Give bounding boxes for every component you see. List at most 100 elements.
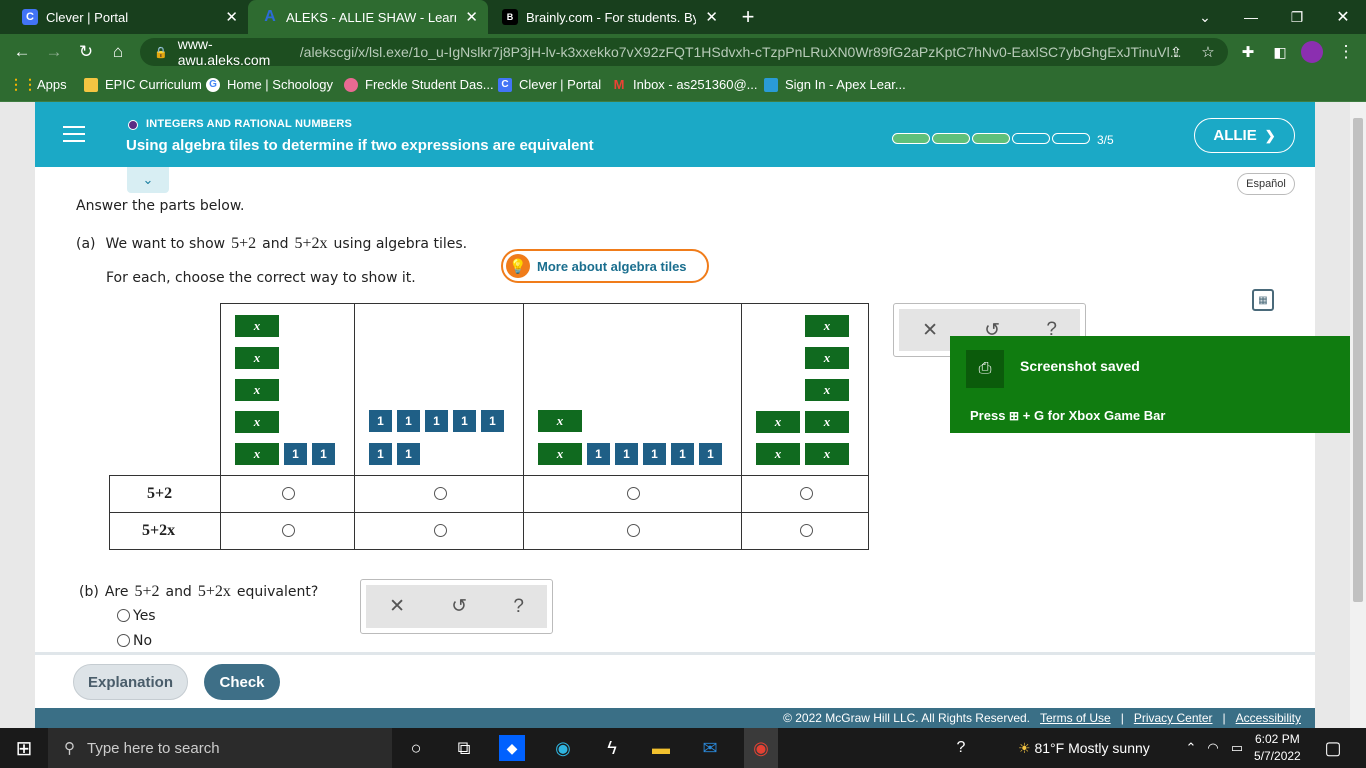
explanation-button[interactable]: Explanation	[73, 664, 188, 700]
close-tab-icon[interactable]: ✕	[705, 8, 718, 26]
undo-icon[interactable]: ↺	[451, 595, 467, 618]
edge-icon[interactable]: ◉	[548, 733, 578, 763]
bookmark-epic[interactable]: EPIC Curriculum	[84, 77, 202, 92]
chrome-icon[interactable]: ◉	[744, 728, 778, 768]
expression-2: 5+2x	[294, 235, 328, 252]
bookmark-clever[interactable]: C Clever | Portal	[498, 77, 601, 92]
bookmark-icon	[84, 77, 98, 92]
profile-avatar[interactable]	[1296, 34, 1328, 70]
notifications-icon[interactable]: ▢	[1318, 733, 1348, 763]
search-icon: ⚲	[64, 740, 75, 757]
unit-tile: 1	[425, 410, 448, 432]
windows-logo-icon: ⊞	[1009, 409, 1020, 423]
accessibility-link[interactable]: Accessibility	[1236, 711, 1301, 725]
url-path: /alekscgi/x/lsl.exe/1o_u-IgNslkr7j8P3jH-…	[299, 44, 1182, 60]
unit-tile: 1	[369, 443, 392, 465]
bookmark-apex[interactable]: Sign In - Apex Lear...	[764, 77, 906, 92]
address-bar[interactable]: 🔒 www-awu.aleks.com /alekscgi/x/lsl.exe/…	[140, 36, 1228, 68]
browser-toolbar: ← → ↻ ⌂ 🔒 www-awu.aleks.com /alekscgi/x/…	[0, 34, 1366, 70]
radio-no[interactable]	[117, 634, 130, 647]
reload-icon[interactable]: ↻	[70, 34, 102, 70]
dropbox-icon[interactable]: ◆	[499, 735, 525, 761]
clever-favicon-icon: C	[22, 9, 38, 25]
user-menu-button[interactable]: ALLIE ❯	[1194, 118, 1295, 153]
google-icon: G	[206, 77, 220, 92]
restore-icon[interactable]: ❐	[1274, 0, 1320, 34]
espanol-button[interactable]: Español	[1237, 173, 1295, 195]
task-view-icon[interactable]: ⧉	[449, 733, 479, 763]
tab-search-chevron-icon[interactable]: ⌄	[1182, 0, 1228, 34]
bookmark-schoology[interactable]: G Home | Schoology	[206, 77, 333, 92]
search-placeholder: Type here to search	[87, 739, 220, 757]
windows-start-icon[interactable]: ⊞	[9, 733, 39, 763]
weather-widget[interactable]: ☀ 81°F Mostly sunny	[1018, 740, 1150, 757]
bookmarks-bar: ⋮⋮ Apps EPIC Curriculum G Home | Schoolo…	[0, 70, 1366, 102]
share-icon[interactable]: ⇪	[1160, 34, 1192, 70]
taskbar-clock[interactable]: 6:02 PM 5/7/2022	[1254, 731, 1301, 765]
collapse-chevron-icon[interactable]: ⌄	[127, 167, 169, 193]
bookmark-label: Sign In - Apex Lear...	[785, 77, 906, 92]
close-window-icon[interactable]: ✕	[1320, 0, 1366, 34]
bookmark-freckle[interactable]: Freckle Student Das...	[344, 77, 494, 92]
back-icon[interactable]: ←	[6, 34, 38, 70]
extensions-puzzle-icon[interactable]: ✚	[1232, 34, 1264, 70]
forward-icon[interactable]: →	[38, 34, 70, 70]
file-explorer-icon[interactable]: ▬	[646, 733, 676, 763]
clock-date: 5/7/2022	[1254, 749, 1301, 763]
bookmark-apps[interactable]: ⋮⋮ Apps	[9, 76, 67, 92]
toast-subtitle: Press ⊞ + G for Xbox Game Bar	[970, 408, 1165, 423]
close-tab-icon[interactable]: ✕	[465, 8, 478, 26]
x-tile: x	[235, 347, 279, 369]
hamburger-menu-icon[interactable]	[63, 126, 85, 142]
tab-brainly[interactable]: B Brainly.com - For students. By stu ✕	[488, 0, 728, 34]
lesson-title: Using algebra tiles to determine if two …	[126, 137, 594, 154]
mail-icon[interactable]: ✉	[695, 733, 725, 763]
radio-row1-col3[interactable]	[627, 487, 640, 500]
bookmark-star-icon[interactable]: ☆	[1192, 34, 1224, 70]
bookmark-label: Clever | Portal	[519, 77, 602, 92]
radio-row2-col2[interactable]	[434, 524, 447, 537]
home-icon[interactable]: ⌂	[102, 34, 134, 70]
check-button[interactable]: Check	[204, 664, 280, 700]
app-lightning-icon[interactable]: ϟ	[597, 733, 627, 763]
screenshot-saved-notification[interactable]: ⎙ Screenshot saved Press ⊞ + G for Xbox …	[950, 336, 1350, 433]
new-tab-icon[interactable]: +	[725, 0, 771, 34]
cortana-icon[interactable]: ○	[401, 733, 431, 763]
bookmark-label: Freckle Student Das...	[365, 77, 494, 92]
tab-aleks[interactable]: A ALEKS - ALLIE SHAW - Learn ✕	[248, 0, 488, 34]
side-panel-icon[interactable]: ◧	[1264, 34, 1296, 70]
radio-yes[interactable]	[117, 609, 130, 622]
clear-icon[interactable]: ✕	[922, 319, 938, 342]
bookmark-inbox[interactable]: M Inbox - as251360@...	[612, 77, 758, 92]
terms-link[interactable]: Terms of Use	[1040, 711, 1111, 725]
radio-row2-col1[interactable]	[282, 524, 295, 537]
prompt-text: equivalent?	[236, 584, 319, 600]
privacy-link[interactable]: Privacy Center	[1134, 711, 1213, 725]
minimize-icon[interactable]: —	[1228, 0, 1274, 34]
calculator-icon[interactable]: ▦	[1252, 289, 1274, 311]
close-tab-icon[interactable]: ✕	[225, 8, 238, 26]
help-taskbar-icon[interactable]: ?	[946, 733, 976, 763]
unit-tile: 1	[481, 410, 504, 432]
topic-label: INTEGERS AND RATIONAL NUMBERS	[146, 118, 353, 130]
battery-icon[interactable]: ▭	[1222, 733, 1252, 763]
row-label-5-plus-2x: 5+2x	[142, 522, 176, 539]
help-icon[interactable]: ?	[513, 596, 524, 618]
tab-clever[interactable]: C Clever | Portal ✕	[8, 0, 248, 34]
apex-icon	[764, 77, 778, 92]
radio-row2-col4[interactable]	[800, 524, 813, 537]
radio-row2-col3[interactable]	[627, 524, 640, 537]
unit-tile: 1	[615, 443, 638, 465]
bookmark-label: Home | Schoology	[227, 77, 333, 92]
x-tile: x	[805, 347, 849, 369]
taskbar-search[interactable]: ⚲ Type here to search	[48, 728, 392, 768]
radio-row1-col4[interactable]	[800, 487, 813, 500]
radio-row1-col1[interactable]	[282, 487, 295, 500]
unit-tile: 1	[397, 410, 420, 432]
clear-icon[interactable]: ✕	[389, 595, 405, 618]
scrollbar-thumb[interactable]	[1353, 118, 1363, 602]
more-about-algebra-tiles-button[interactable]: 💡 More about algebra tiles	[501, 249, 709, 283]
radio-row1-col2[interactable]	[434, 487, 447, 500]
menu-kebab-icon[interactable]: ⋮	[1330, 34, 1362, 70]
tab-title: Clever | Portal	[46, 9, 129, 25]
